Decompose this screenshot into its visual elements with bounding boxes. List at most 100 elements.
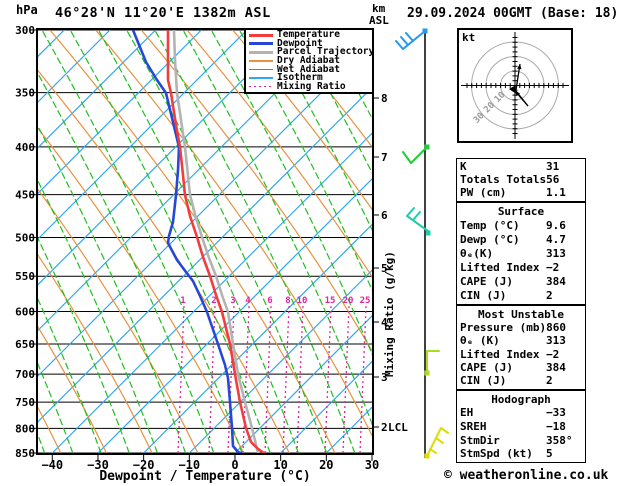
wind-barb-segment <box>405 32 414 42</box>
pressure-axis-unit: hPa <box>16 3 38 17</box>
mixing-ratio-value-label: 6 <box>267 296 272 306</box>
table-row-value: 31 <box>546 159 560 173</box>
temperature-axis-label: Dewpoint / Temperature (°C) <box>99 469 311 484</box>
table-row-value: 4.7 <box>546 233 566 246</box>
skewt-sounding-page: 300 350 400 450 500 550 600 650 700 750 800 850 1 2 3 4… <box>0 0 629 486</box>
dewpoint-line-swatch <box>249 42 273 46</box>
mixing-ratio-value-label: 1 <box>180 296 185 306</box>
dry-adiabat-line <box>0 30 15 453</box>
table-row-value: 358° <box>546 433 573 447</box>
pressure-tick-label: 300 <box>15 24 35 37</box>
wet-adiabat-line-swatch <box>249 68 273 71</box>
table-row-label: Lifted Index <box>460 347 540 361</box>
hodograph-ring-label: 20 <box>482 101 497 116</box>
legend-item-mixing-ratio: Mixing Ratio <box>249 80 372 92</box>
table-row: Pressure (mb) 860 <box>460 320 582 334</box>
table-row-label: Totals Totals <box>460 172 547 186</box>
wind-barb-segment <box>440 427 449 434</box>
table-row: PW (cm) 1.1 <box>460 187 582 199</box>
table-row: Lifted Index −2 <box>460 262 582 274</box>
pressure-tick-label: 350 <box>15 87 35 100</box>
km-tick-label: 2 <box>381 421 388 434</box>
table-row-value: 384 <box>546 275 566 288</box>
table-row-label: Pressure (mb) <box>460 320 547 334</box>
data-table-indices: K 31 Totals Totals 56 PW (cm) 1.1 <box>456 158 586 202</box>
wind-barb-station <box>422 28 428 34</box>
table-row-value: 384 <box>546 360 566 374</box>
pressure-tick-label: 700 <box>15 368 35 381</box>
mixing-ratio-line <box>282 305 290 453</box>
temperature-tick-label: 30 <box>365 458 379 472</box>
mixing-ratio-value-label: 8 <box>285 296 290 306</box>
table-row-label: θₑ(K) <box>460 247 494 260</box>
pressure-tick-label: 550 <box>15 270 35 283</box>
table-row-value: 56 <box>546 172 560 186</box>
table-row-label: K <box>460 159 467 173</box>
dry-adiabat-line <box>416 30 451 453</box>
pressure-tick-label: 400 <box>15 141 35 154</box>
wind-barb <box>424 427 449 459</box>
table-row-value: 2 <box>546 374 553 388</box>
data-table-hodograph: Hodograph EH −33 SREH −18 StmDir 358° StmSpd (k… <box>456 390 586 463</box>
legend-label: Mixing Ratio <box>277 80 346 92</box>
wet-adiabat-line <box>409 30 450 453</box>
temperature-line-swatch <box>249 33 273 37</box>
mixing-ratio-value-label: 15 <box>325 296 336 306</box>
datetime-label: 29.09.2024 00GMT (Base: 18) <box>407 6 619 21</box>
wind-barb-station <box>424 453 430 459</box>
table-row-label: SREH <box>460 419 487 433</box>
mixing-ratio-line <box>177 305 185 453</box>
table-row-label: CAPE (J) <box>460 360 513 374</box>
table-row: Temp (°C) 9.6 <box>460 220 582 232</box>
table-row-value: 313 <box>546 334 566 348</box>
table-row-value: 5 <box>546 447 553 461</box>
pressure-tick-label: 500 <box>15 231 35 244</box>
wind-barb-segment <box>429 448 437 454</box>
wind-barb <box>406 207 431 236</box>
wet-adiabat-line <box>0 30 16 453</box>
table-row: θₑ (K) 313 <box>460 335 582 347</box>
table-row: K 31 <box>460 159 582 173</box>
wind-barb-station <box>425 230 431 236</box>
table-row: StmDir 358° <box>460 433 582 447</box>
table-row-label: θₑ (K) <box>460 334 500 348</box>
table-row: EH −33 <box>460 407 582 419</box>
table-row-label: CIN (J) <box>460 289 507 302</box>
mixing-ratio-value-label: 20 <box>343 296 354 306</box>
pressure-tick-label: 750 <box>15 396 35 409</box>
data-table-most-unstable: Most Unstable Pressure (mb) 860 θₑ (K) 313 Li… <box>456 305 586 390</box>
mixing-ratio-axis-label: Mixing Ratio (g/kg) <box>383 251 396 377</box>
table-row: CIN (J) 2 <box>460 375 582 387</box>
wind-barb-segment <box>406 207 415 217</box>
pressure-tick-label: 800 <box>15 422 35 435</box>
mixing-ratio-line <box>324 305 332 453</box>
mixing-ratio-value-label: 3 <box>230 296 235 306</box>
table-title: Most Unstable <box>477 307 565 321</box>
copyright-label: © weatheronline.co.uk <box>444 468 609 483</box>
wind-barb-segment <box>400 36 409 46</box>
hodograph-unit-label: kt <box>462 31 476 44</box>
table-row: SREH −18 <box>460 419 582 433</box>
chart-legend: Temperature Dewpoint Parcel Trajectory D… <box>244 30 374 94</box>
table-row: Lifted Index −2 <box>460 347 582 361</box>
table-row: CAPE (J) 384 <box>460 360 582 374</box>
pressure-tick-label: 450 <box>15 189 35 202</box>
table-row-label: StmSpd (kt) <box>460 447 533 461</box>
isotherm-line-swatch <box>249 77 273 79</box>
table-title: Hodograph <box>491 392 551 406</box>
mixing-ratio-value-label: 4 <box>245 296 251 306</box>
table-row-value: −33 <box>546 406 566 420</box>
table-row-label: PW (cm) <box>460 186 507 200</box>
hodograph-ring-label: 10 <box>493 90 508 105</box>
parcel-line-swatch <box>249 50 273 54</box>
table-row-label: EH <box>460 406 474 420</box>
mixing-ratio-value-label: 25 <box>360 296 371 306</box>
table-row-label: Temp (°C) <box>460 219 520 232</box>
table-row: StmSpd (kt) 5 <box>460 448 582 460</box>
pressure-tick-label: 850 <box>15 447 35 460</box>
table-row-label: CAPE (J) <box>460 275 513 288</box>
table-row-label: Dewp (°C) <box>460 233 520 246</box>
lcl-label: LCL <box>388 421 408 434</box>
table-row-value: 9.6 <box>546 219 566 232</box>
table-row-value: 860 <box>546 320 566 334</box>
